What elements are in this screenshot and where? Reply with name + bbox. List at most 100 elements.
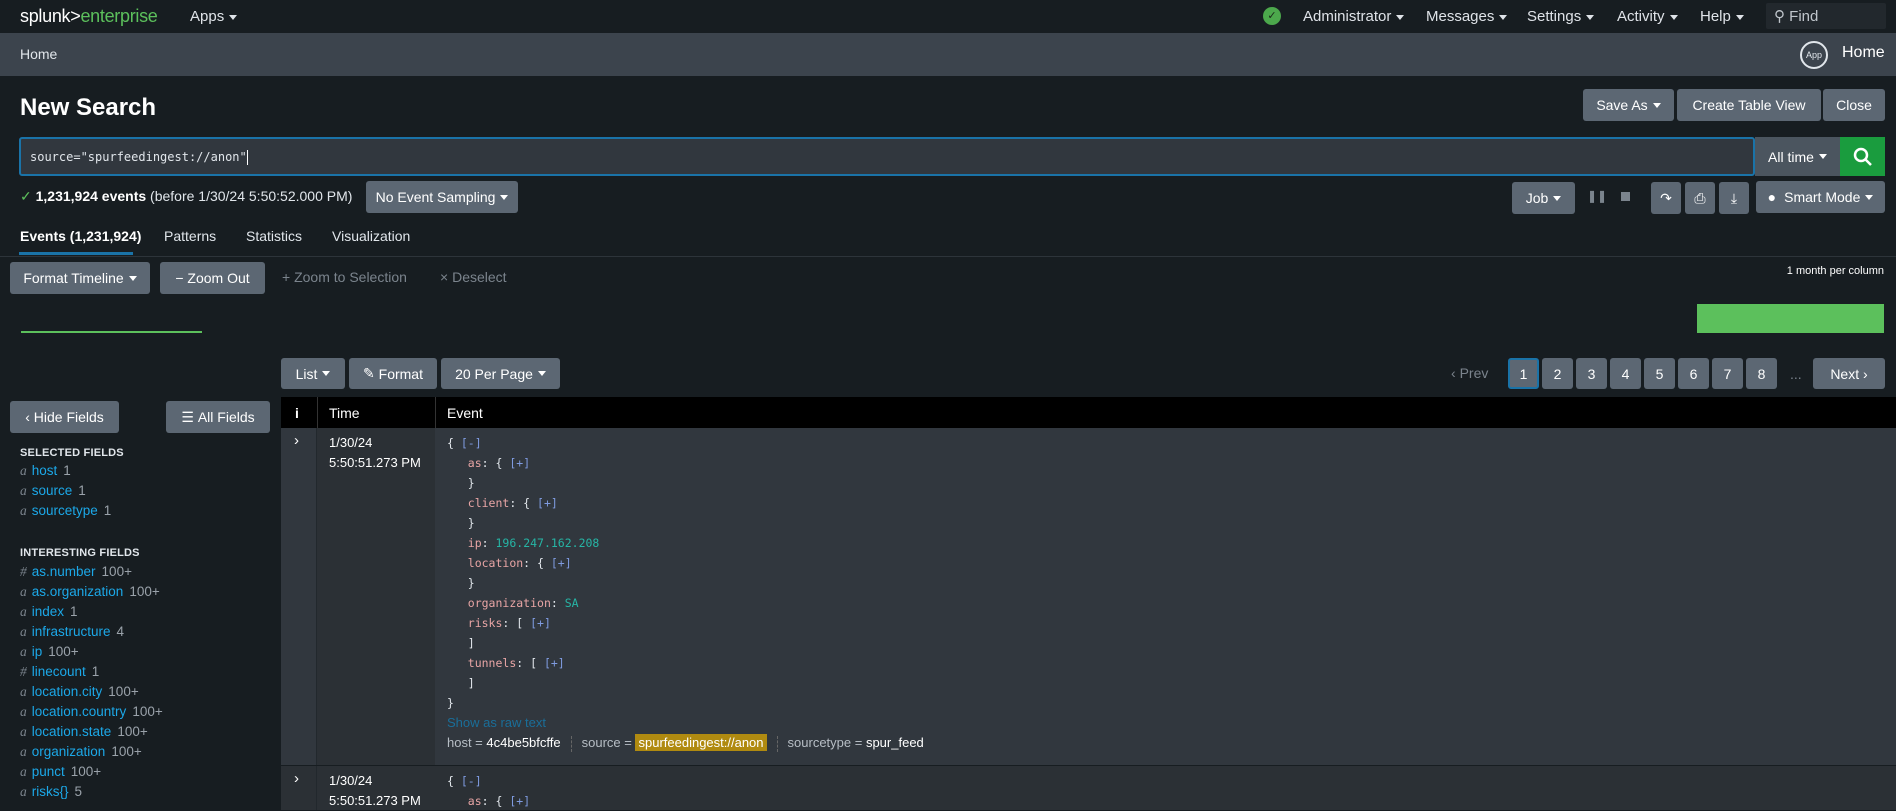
create-table-view-button[interactable]: Create Table View [1677, 89, 1821, 121]
timeline-bar[interactable] [1697, 304, 1884, 333]
save-as-button[interactable]: Save As [1583, 89, 1674, 121]
export-button[interactable]: ⤓ [1719, 182, 1749, 214]
prev-page-button[interactable]: ‹ Prev [1451, 365, 1488, 381]
field-item[interactable]: a risks{} 5 [20, 784, 82, 800]
splunk-logo[interactable]: splunk>enterprise [20, 6, 158, 27]
check-icon: ✓ [20, 188, 32, 204]
field-item[interactable]: a as.organization 100+ [20, 584, 160, 600]
stop-icon[interactable] [1621, 192, 1630, 201]
next-page-button[interactable]: Next › [1813, 358, 1885, 389]
administrator-menu[interactable]: Administrator [1303, 8, 1404, 25]
format-timeline-button[interactable]: Format Timeline [10, 262, 150, 294]
apps-menu[interactable]: Apps [190, 8, 237, 25]
event-time: 1/30/24 5:50:51.273 PM [329, 773, 421, 808]
field-item[interactable]: a infrastructure 4 [20, 624, 124, 640]
field-name[interactable]: sourcetype [32, 503, 98, 518]
field-count: 5 [74, 784, 83, 799]
active-tab-indicator [19, 252, 133, 255]
page-5[interactable]: 5 [1644, 358, 1675, 389]
hide-fields-button[interactable]: ‹ Hide Fields [10, 401, 119, 433]
field-name[interactable]: ip [32, 644, 43, 659]
field-name[interactable]: location.state [32, 724, 112, 739]
time-range-picker[interactable]: All time [1755, 137, 1840, 176]
event-sampling-dropdown[interactable]: No Event Sampling [366, 181, 518, 213]
app-name[interactable]: Home [1842, 44, 1885, 62]
show-raw-text-link[interactable]: Show as raw text [447, 715, 546, 730]
field-name[interactable]: location.country [32, 704, 127, 719]
field-name[interactable]: as.organization [32, 584, 124, 599]
page-4[interactable]: 4 [1610, 358, 1641, 389]
tab-patterns[interactable]: Patterns [164, 228, 216, 244]
field-name[interactable]: infrastructure [32, 624, 111, 639]
field-item[interactable]: a sourcetype 1 [20, 503, 111, 519]
table-row: › 1/30/24 5:50:51.273 PM { [-] as: { [+] … [281, 428, 1896, 765]
field-item[interactable]: a host 1 [20, 463, 71, 479]
tab-statistics[interactable]: Statistics [246, 228, 302, 244]
page-8[interactable]: 8 [1746, 358, 1777, 389]
field-item[interactable]: a location.state 100+ [20, 724, 148, 740]
field-item[interactable]: a organization 100+ [20, 744, 142, 760]
per-page-dropdown[interactable]: 20 Per Page [441, 358, 560, 389]
field-item[interactable]: a ip 100+ [20, 644, 79, 660]
field-name[interactable]: organization [32, 744, 106, 759]
settings-menu[interactable]: Settings [1527, 8, 1594, 25]
page-6[interactable]: 6 [1678, 358, 1709, 389]
expand-row-icon[interactable]: › [294, 432, 299, 449]
field-item[interactable]: a index 1 [20, 604, 78, 620]
timeline-scale-label: 1 month per column [1786, 265, 1884, 277]
all-fields-button[interactable]: ☰ All Fields [166, 401, 270, 433]
field-count: 1 [91, 664, 100, 679]
top-nav-bar: splunk>enterprise Apps ✓ Administrator M… [0, 0, 1896, 33]
field-name[interactable]: risks{} [32, 784, 69, 799]
search-button[interactable] [1840, 137, 1885, 176]
help-menu[interactable]: Help [1700, 8, 1744, 25]
event-json: { [-] as: { [+] } client: { [+] } ip: 19… [447, 436, 924, 752]
expand-row-icon[interactable]: › [294, 770, 299, 787]
field-type-icon: a [20, 604, 27, 619]
field-item[interactable]: a punct 100+ [20, 764, 101, 780]
field-name[interactable]: index [32, 604, 64, 619]
time-column-header[interactable]: Time [329, 405, 360, 421]
deselect-button[interactable]: × Deselect [440, 269, 507, 285]
field-name[interactable]: location.city [32, 684, 103, 699]
field-item[interactable]: # linecount 1 [20, 664, 99, 680]
field-name[interactable]: linecount [32, 664, 86, 679]
field-item[interactable]: # as.number 100+ [20, 564, 132, 580]
field-count: 1 [78, 483, 86, 498]
job-menu[interactable]: Job [1512, 182, 1575, 214]
field-type-icon: a [20, 483, 27, 498]
event-metadata: host = 4c4be5bfcffe source = spurfeedinge… [447, 734, 924, 752]
field-item[interactable]: a location.country 100+ [20, 704, 163, 720]
list-view-dropdown[interactable]: List [281, 358, 345, 389]
field-count: 100+ [70, 764, 102, 779]
share-button[interactable]: ↷ [1651, 182, 1681, 214]
event-time: 1/30/24 5:50:51.273 PM [329, 435, 421, 470]
field-name[interactable]: host [32, 463, 58, 478]
page-3[interactable]: 3 [1576, 358, 1607, 389]
field-type-icon: # [20, 564, 27, 579]
search-input[interactable]: source="spurfeedingest://anon" [19, 137, 1755, 176]
page-1[interactable]: 1 [1508, 358, 1539, 389]
field-name[interactable]: source [32, 483, 73, 498]
messages-menu[interactable]: Messages [1426, 8, 1507, 25]
field-count: 100+ [132, 704, 163, 719]
pause-icon[interactable]: ❚❚ [1587, 189, 1607, 203]
tab-visualization[interactable]: Visualization [332, 228, 410, 244]
zoom-to-selection-button[interactable]: + Zoom to Selection [282, 269, 407, 285]
zoom-out-button[interactable]: − Zoom Out [160, 262, 265, 294]
field-name[interactable]: punct [32, 764, 65, 779]
health-status-icon[interactable]: ✓ [1263, 7, 1281, 25]
format-button[interactable]: ✎ Format [349, 358, 437, 389]
close-button[interactable]: Close [1823, 89, 1885, 121]
page-2[interactable]: 2 [1542, 358, 1573, 389]
field-item[interactable]: a location.city 100+ [20, 684, 139, 700]
find-input[interactable]: ⚲ Find [1766, 3, 1886, 29]
search-mode-dropdown[interactable]: ● Smart Mode [1756, 181, 1885, 213]
tab-events[interactable]: Events (1,231,924) [20, 228, 141, 244]
field-item[interactable]: a source 1 [20, 483, 86, 499]
field-name[interactable]: as.number [32, 564, 96, 579]
activity-menu[interactable]: Activity [1617, 8, 1678, 25]
print-button[interactable]: ⎙ [1685, 182, 1715, 214]
page-7[interactable]: 7 [1712, 358, 1743, 389]
breadcrumb-home[interactable]: Home [20, 46, 57, 62]
